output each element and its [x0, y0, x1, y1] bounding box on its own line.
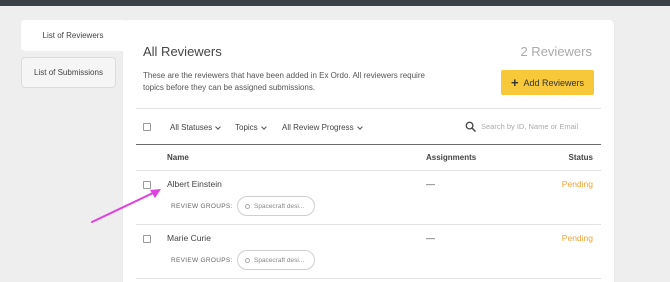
status-badge: Pending [561, 233, 593, 243]
search-icon [465, 121, 476, 132]
search-input[interactable] [481, 120, 591, 133]
divider [136, 144, 601, 145]
row-checkbox[interactable] [143, 235, 151, 243]
review-group-chip-label: Spacecraft desi... [254, 202, 305, 210]
chevron-down-icon [215, 123, 222, 130]
page-description: These are the reviewers that have been a… [143, 71, 425, 92]
review-group-chip-label: Spacecraft desi... [254, 256, 305, 264]
plus-icon: + [510, 74, 519, 90]
column-header-status[interactable]: Status [569, 153, 593, 162]
assignments-value: — [426, 179, 435, 189]
topics-filter-dropdown[interactable]: Topics [235, 123, 267, 132]
status-filter-label: All Statuses [170, 123, 213, 132]
tab-label: List of Submissions [34, 68, 103, 77]
reviewer-count: 2 Reviewers [520, 44, 592, 59]
divider [136, 108, 601, 109]
row-checkbox[interactable] [143, 181, 151, 189]
circle-icon [245, 257, 250, 263]
chevron-down-icon [260, 123, 267, 130]
chevron-down-icon [356, 123, 363, 130]
column-header-assignments[interactable]: Assignments [426, 153, 476, 162]
tab-list-of-submissions[interactable]: List of Submissions [21, 57, 116, 88]
review-groups-label: REVIEW GROUPS: [171, 257, 233, 264]
reviewer-name[interactable]: Marie Curie [167, 233, 211, 243]
page-title: All Reviewers [143, 44, 222, 59]
tab-label: List of Reviewers [42, 31, 104, 40]
review-group-chip[interactable]: Spacecraft desi... [237, 250, 315, 270]
column-header-name[interactable]: Name [167, 153, 189, 162]
add-reviewers-button[interactable]: + Add Reviewers [501, 70, 594, 95]
assignments-value: — [426, 233, 435, 243]
status-badge: Pending [561, 179, 593, 189]
top-bar [0, 0, 670, 6]
tab-list-of-reviewers[interactable]: List of Reviewers [21, 20, 125, 51]
review-progress-filter-dropdown[interactable]: All Review Progress [282, 123, 363, 132]
review-groups-label: REVIEW GROUPS: [171, 203, 233, 210]
review-group-chip[interactable]: Spacecraft desi... [237, 196, 315, 216]
topics-filter-label: Topics [235, 123, 258, 132]
select-all-checkbox[interactable] [143, 123, 151, 131]
reviewer-name[interactable]: Albert Einstein [167, 179, 222, 189]
divider [136, 278, 601, 279]
add-reviewers-label: Add Reviewers [523, 77, 585, 88]
status-filter-dropdown[interactable]: All Statuses [170, 123, 222, 132]
divider [136, 170, 601, 171]
circle-icon [245, 203, 250, 209]
reviewers-panel: All Reviewers 2 Reviewers These are the … [123, 20, 614, 282]
review-progress-filter-label: All Review Progress [282, 123, 354, 132]
divider [136, 224, 601, 225]
